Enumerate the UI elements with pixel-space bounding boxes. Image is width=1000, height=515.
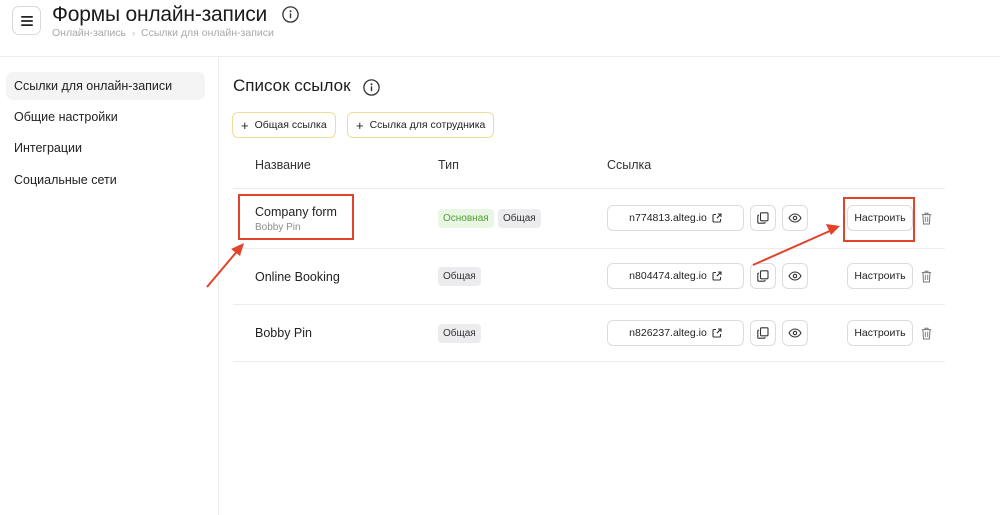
add-employee-link-label: Ссылка для сотрудника: [369, 119, 486, 131]
trash-icon: [921, 212, 931, 224]
section-title: Список ссылок: [233, 76, 351, 95]
table-divider: [233, 304, 945, 305]
sidebar-item-label: Ссылки для онлайн-записи: [14, 79, 173, 93]
tag-primary: Основная: [438, 209, 494, 228]
eye-icon: [788, 213, 802, 223]
external-link-icon: [712, 213, 722, 223]
tag-common: Общая: [438, 267, 481, 286]
trash-icon: [921, 270, 931, 282]
sidebar-item-label: Общие настройки: [14, 110, 118, 124]
booking-link[interactable]: n804474.alteg.io: [607, 263, 744, 289]
sidebar: Ссылки для онлайн-записи Общие настройки…: [0, 58, 219, 515]
sidebar-item-booking-links[interactable]: Ссылки для онлайн-записи: [6, 72, 205, 100]
column-header-link: Ссылка: [607, 158, 652, 172]
copy-link-button[interactable]: [750, 320, 776, 346]
eye-icon: [788, 328, 802, 338]
external-link-icon: [712, 328, 722, 338]
preview-button[interactable]: [782, 205, 808, 231]
booking-link[interactable]: n774813.alteg.io: [607, 205, 744, 231]
configure-button[interactable]: Настроить: [847, 205, 913, 231]
booking-link-text: n804474.alteg.io: [629, 270, 707, 282]
breadcrumb: Онлайн-запись › Ссылки для онлайн-записи: [52, 27, 274, 39]
menu-button[interactable]: [12, 6, 41, 35]
add-common-link-label: Общая ссылка: [254, 119, 327, 131]
page-header: Формы онлайн-записи Онлайн-запись › Ссыл…: [0, 0, 1000, 57]
configure-button-label: Настроить: [854, 212, 906, 224]
copy-icon: [757, 270, 769, 282]
info-icon[interactable]: [282, 6, 299, 28]
delete-button[interactable]: [919, 268, 933, 284]
table-divider: [233, 361, 945, 362]
configure-button-label: Настроить: [854, 327, 906, 339]
table-divider: [233, 248, 945, 249]
booking-link[interactable]: n826237.alteg.io: [607, 320, 744, 346]
configure-button-label: Настроить: [854, 270, 906, 282]
eye-icon: [788, 271, 802, 281]
sidebar-item-general-settings[interactable]: Общие настройки: [6, 103, 205, 131]
info-icon[interactable]: [363, 79, 380, 101]
sidebar-item-label: Социальные сети: [14, 173, 117, 187]
row-subtitle: Bobby Pin: [255, 222, 301, 233]
external-link-icon: [712, 271, 722, 281]
preview-button[interactable]: [782, 263, 808, 289]
table-divider: [233, 188, 945, 189]
plus-icon: +: [356, 117, 364, 133]
copy-link-button[interactable]: [750, 263, 776, 289]
preview-button[interactable]: [782, 320, 808, 346]
row-name: Bobby Pin: [255, 326, 312, 340]
chevron-right-icon: ›: [132, 28, 136, 38]
copy-link-button[interactable]: [750, 205, 776, 231]
delete-button[interactable]: [919, 210, 933, 226]
sidebar-item-integrations[interactable]: Интеграции: [6, 134, 205, 162]
column-header-name: Название: [255, 158, 311, 172]
breadcrumb-item-links: Ссылки для онлайн-записи: [141, 27, 274, 39]
plus-icon: +: [241, 117, 249, 133]
row-name: Online Booking: [255, 270, 340, 284]
tag-common: Общая: [438, 324, 481, 343]
trash-icon: [921, 327, 931, 339]
add-employee-link-button[interactable]: + Ссылка для сотрудника: [347, 112, 495, 138]
copy-icon: [757, 327, 769, 339]
copy-icon: [757, 212, 769, 224]
column-header-type: Тип: [438, 158, 459, 172]
configure-button[interactable]: Настроить: [847, 320, 913, 346]
booking-link-text: n774813.alteg.io: [629, 212, 707, 224]
add-common-link-button[interactable]: + Общая ссылка: [232, 112, 336, 138]
configure-button[interactable]: Настроить: [847, 263, 913, 289]
sidebar-item-label: Интеграции: [14, 141, 83, 155]
hamburger-icon: [20, 15, 33, 26]
sidebar-item-social-networks[interactable]: Социальные сети: [6, 166, 205, 194]
breadcrumb-item-booking[interactable]: Онлайн-запись: [52, 27, 126, 39]
delete-button[interactable]: [919, 325, 933, 341]
row-name: Company form: [255, 205, 337, 219]
booking-link-text: n826237.alteg.io: [629, 327, 707, 339]
tag-common: Общая: [498, 209, 541, 228]
page-title: Формы онлайн-записи: [52, 3, 268, 26]
